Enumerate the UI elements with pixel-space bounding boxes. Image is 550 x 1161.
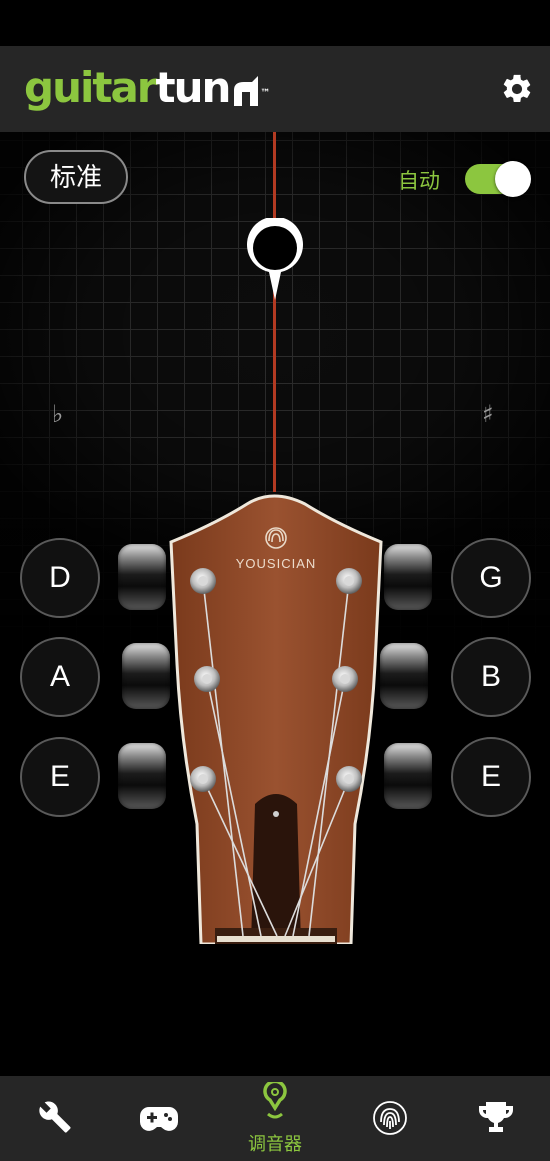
tuning-peg — [384, 743, 432, 809]
string-button-e-low[interactable]: E — [20, 737, 100, 817]
tuning-select-button[interactable]: 标准 — [24, 150, 128, 204]
nav-achievements[interactable] — [441, 1076, 550, 1161]
string-button-a[interactable]: A — [20, 637, 100, 717]
tuning-needle — [273, 132, 276, 492]
toggle-knob — [495, 161, 531, 197]
tuning-peg — [384, 544, 432, 610]
string-button-d[interactable]: D — [20, 538, 100, 618]
tuner-area: 标准 自动 ♭ ♯ YOUSICIAN D A E G B E — [0, 132, 550, 1076]
nav-tools[interactable] — [0, 1076, 110, 1161]
trophy-icon — [479, 1102, 513, 1132]
auto-toggle[interactable] — [465, 161, 531, 197]
tuner-pin-icon — [263, 1082, 287, 1119]
nav-yousician[interactable] — [335, 1076, 445, 1161]
nav-tuner-label: 调音器 — [248, 1134, 302, 1154]
flat-symbol: ♭ — [52, 400, 64, 428]
string-button-e-high[interactable]: E — [451, 737, 531, 817]
gear-icon[interactable] — [500, 72, 534, 106]
auto-label: 自动 — [398, 170, 440, 193]
tuning-peg — [122, 643, 170, 709]
sharp-symbol: ♯ — [482, 400, 494, 428]
guitar-headstock: YOUSICIAN — [169, 494, 383, 944]
nav-tuner[interactable]: 调音器 — [220, 1076, 330, 1161]
string-button-g[interactable]: G — [451, 538, 531, 618]
status-bar — [0, 0, 550, 46]
tuning-peg — [380, 643, 428, 709]
wrench-icon — [39, 1101, 71, 1133]
gamepad-icon — [140, 1107, 178, 1131]
tuning-peg — [118, 544, 166, 610]
tuning-peg — [118, 743, 166, 809]
app-logo: guitartun ™ — [24, 63, 271, 112]
string-button-b[interactable]: B — [451, 637, 531, 717]
brand-label: YOUSICIAN — [236, 556, 317, 571]
nav-games[interactable] — [104, 1076, 214, 1161]
app-bar: guitartun ™ — [0, 46, 550, 132]
bottom-nav: 调音器 — [0, 1076, 550, 1161]
fingerprint-icon — [373, 1101, 407, 1135]
pitch-indicator — [247, 218, 303, 300]
